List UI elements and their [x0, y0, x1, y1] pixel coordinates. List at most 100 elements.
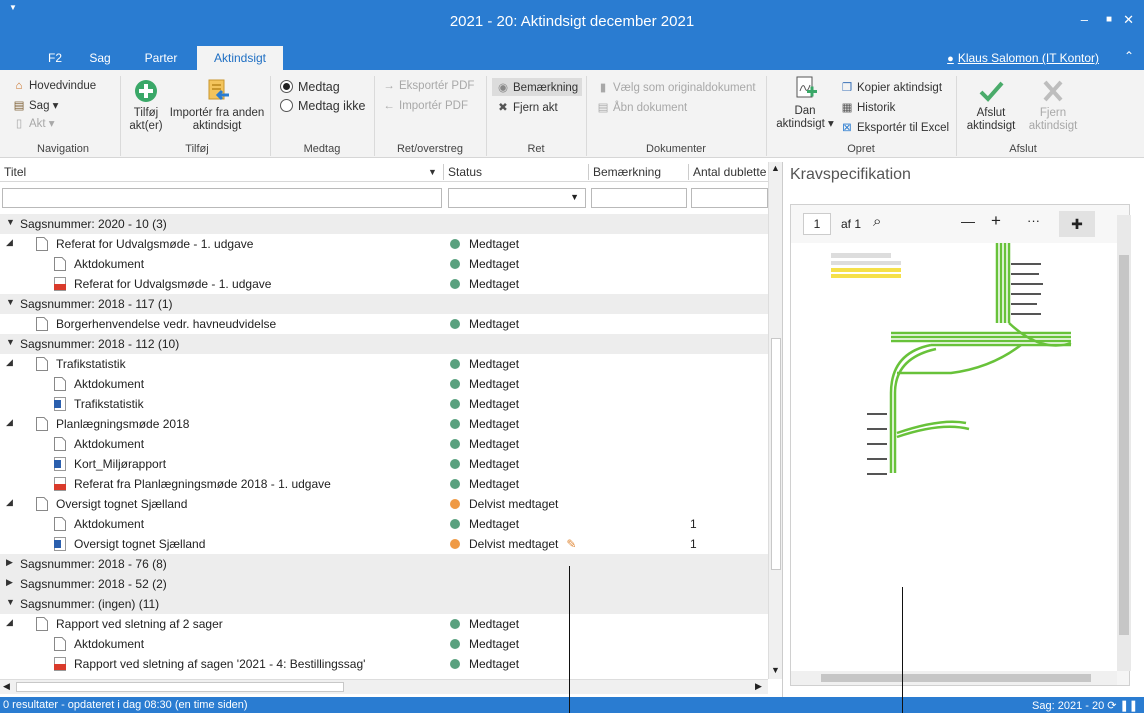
tree-expanded-icon[interactable]: ◢ [6, 417, 13, 428]
historik-button[interactable]: ▦ Historik [840, 100, 896, 114]
group-row[interactable]: ▶ Sagsnummer: 2018 - 52 (2) [0, 574, 768, 594]
filter-status-select[interactable]: ▼ [448, 188, 586, 208]
refresh-icon[interactable]: ⟳ [1107, 700, 1116, 712]
sort-desc-icon[interactable]: ▼ [428, 167, 437, 177]
pdf-vertical-scrollbar[interactable] [1117, 215, 1131, 671]
scroll-down-icon[interactable]: ▼ [771, 665, 780, 675]
medtag-radio[interactable]: Medtag [280, 80, 340, 94]
app-window: ▼ 2021 - 20: Aktindsigt december 2021 ‒ … [0, 0, 1144, 713]
table-row[interactable]: Aktdokument Medtaget [0, 254, 768, 274]
collapse-icon[interactable]: ▼ [6, 297, 15, 307]
more-options-button[interactable]: ··· [1027, 213, 1040, 228]
expand-icon[interactable]: ▶ [6, 557, 13, 568]
tab-f2[interactable]: F2 [40, 46, 70, 70]
tilfoj-akt-label: Tilføj akt(er) [129, 107, 163, 132]
column-header-antal[interactable]: Antal dublette [693, 165, 767, 179]
filter-bemaerkning-input[interactable] [591, 188, 687, 208]
kopier-aktindsigt-button[interactable]: ❐ Kopier aktindsigt [840, 80, 942, 94]
scrollbar-thumb[interactable] [1119, 255, 1129, 635]
table-row[interactable]: Aktdokument Medtaget 1 [0, 514, 768, 534]
scroll-left-icon[interactable]: ◀ [3, 681, 10, 692]
hovedvindue-button[interactable]: ⌂ Hovedvindue [12, 80, 97, 92]
eksporter-pdf-button[interactable]: → Eksportér PDF [382, 80, 474, 92]
column-header-status[interactable]: Status [448, 165, 482, 179]
collapse-icon[interactable]: ▼ [6, 597, 15, 607]
horizontal-scrollbar[interactable]: ◀ ▶ [0, 679, 768, 694]
row-title: Kort_Miljørapport [74, 457, 167, 471]
table-row[interactable]: Oversigt tognet Sjælland Delvist medtaget… [0, 534, 768, 554]
scroll-up-icon[interactable]: ▲ [771, 163, 780, 173]
importer-pdf-button[interactable]: ← Importér PDF [382, 100, 468, 112]
tilfoj-akt-button[interactable]: Tilføj akt(er) [126, 78, 166, 133]
tree-expanded-icon[interactable]: ◢ [6, 617, 13, 628]
group-row[interactable]: ▼ Sagsnummer: 2020 - 10 (3) [0, 214, 768, 234]
tree-expanded-icon[interactable]: ◢ [6, 497, 13, 508]
app-menu-icon[interactable]: ▼ [9, 3, 17, 12]
tab-sag[interactable]: Sag [80, 46, 120, 70]
table-row[interactable]: ◢ Planlægningsmøde 2018 Medtaget [0, 414, 768, 434]
tab-parter[interactable]: Parter [136, 46, 186, 70]
dan-aktindsigt-button[interactable]: Dan aktindsigt ▾ [772, 76, 838, 131]
document-icon [36, 317, 48, 331]
table-row[interactable]: Trafikstatistik Medtaget [0, 394, 768, 414]
eksporter-excel-button[interactable]: ⊠ Eksportér til Excel [840, 120, 949, 134]
duplicate-count: 1 [690, 517, 697, 531]
collapse-icon[interactable]: ▼ [6, 217, 15, 227]
table-row[interactable]: ◢ Rapport ved sletning af 2 sager Medtaget [0, 614, 768, 634]
pause-icon[interactable]: ❚❚ [1120, 700, 1138, 712]
table-row[interactable]: Aktdokument Medtaget [0, 374, 768, 394]
vertical-scrollbar[interactable]: ▲ ▼ [768, 162, 782, 679]
filter-titel-input[interactable] [2, 188, 442, 208]
column-header-titel[interactable]: Titel [4, 165, 26, 179]
fjern-aktindsigt-button[interactable]: Fjern aktindsigt [1024, 78, 1082, 133]
scroll-right-icon[interactable]: ▶ [755, 681, 762, 692]
scrollbar-thumb[interactable] [16, 682, 344, 692]
afslut-aktindsigt-button[interactable]: Afslut aktindsigt [962, 78, 1020, 133]
table-row[interactable]: Rapport ved sletning af sagen '2021 - 4:… [0, 654, 768, 674]
collapse-icon[interactable]: ▼ [6, 337, 15, 347]
search-icon[interactable]: ⌕ [873, 213, 881, 230]
table-row[interactable]: Kort_Miljørapport Medtaget [0, 454, 768, 474]
pencil-icon[interactable]: ✎ [566, 537, 576, 551]
close-button[interactable]: ✕ [1123, 12, 1134, 28]
scrollbar-thumb[interactable] [821, 674, 1091, 682]
table-row[interactable]: Aktdokument Medtaget [0, 434, 768, 454]
page-number-input[interactable]: 1 [803, 213, 831, 235]
user-link[interactable]: ● Klaus Salomon (IT Kontor) [947, 51, 1099, 65]
table-row[interactable]: ◢ Oversigt tognet Sjælland Delvist medtage… [0, 494, 768, 514]
expand-icon[interactable]: ▶ [6, 577, 13, 588]
status-text: 0 resultater - opdateret i dag 08:30 (en… [3, 699, 248, 711]
remove-x-icon: ✖ [498, 102, 508, 114]
maximize-button[interactable]: ■ [1106, 14, 1112, 25]
group-row[interactable]: ▼ Sagsnummer: 2018 - 117 (1) [0, 294, 768, 314]
pdf-horizontal-scrollbar[interactable] [791, 671, 1117, 685]
pin-icon[interactable]: ✚ [1059, 211, 1095, 237]
importer-fra-anden-button[interactable]: Importér fra anden aktindsigt [168, 78, 266, 133]
group-row[interactable]: ▼ Sagsnummer: (ingen) (11) [0, 594, 768, 614]
sag-button[interactable]: ▤ Sag ▾ [12, 98, 59, 112]
scrollbar-thumb[interactable] [771, 338, 781, 570]
group-row[interactable]: ▶ Sagsnummer: 2018 - 76 (8) [0, 554, 768, 574]
bemaerkning-button[interactable]: ◉ Bemærkning [492, 78, 583, 96]
collapse-ribbon-icon[interactable]: ⌃ [1124, 49, 1134, 63]
tree-expanded-icon[interactable]: ◢ [6, 237, 13, 248]
table-row[interactable]: ◢ Referat for Udvalgsmøde - 1. udgave Medt… [0, 234, 768, 254]
table-row[interactable]: ◢ Trafikstatistik Medtaget [0, 354, 768, 374]
filter-antal-input[interactable] [691, 188, 768, 208]
group-row[interactable]: ▼ Sagsnummer: 2018 - 112 (10) [0, 334, 768, 354]
zoom-in-button[interactable]: + [991, 211, 1001, 231]
medtag-ikke-radio[interactable]: Medtag ikke [280, 99, 365, 113]
table-row[interactable]: Borgerhenvendelse vedr. havneudvidelse Me… [0, 314, 768, 334]
table-row[interactable]: Aktdokument Medtaget [0, 634, 768, 654]
fjern-akt-button[interactable]: ✖ Fjern akt [496, 100, 558, 114]
akt-button[interactable]: ▯ Akt ▾ [12, 116, 55, 130]
vaelg-originaldokument-button[interactable]: ▮ Vælg som originaldokument [596, 80, 756, 94]
minimize-button[interactable]: ‒ [1081, 12, 1088, 27]
abn-dokument-button[interactable]: ▤ Åbn dokument [596, 100, 688, 114]
table-row[interactable]: Referat for Udvalgsmøde - 1. udgave Medta… [0, 274, 768, 294]
table-row[interactable]: Referat fra Planlægningsmøde 2018 - 1. u… [0, 474, 768, 494]
tab-aktindsigt[interactable]: Aktindsigt [197, 46, 283, 70]
column-header-bemaerkning[interactable]: Bemærkning [593, 165, 661, 179]
tree-expanded-icon[interactable]: ◢ [6, 357, 13, 368]
zoom-out-button[interactable]: — [961, 213, 975, 229]
